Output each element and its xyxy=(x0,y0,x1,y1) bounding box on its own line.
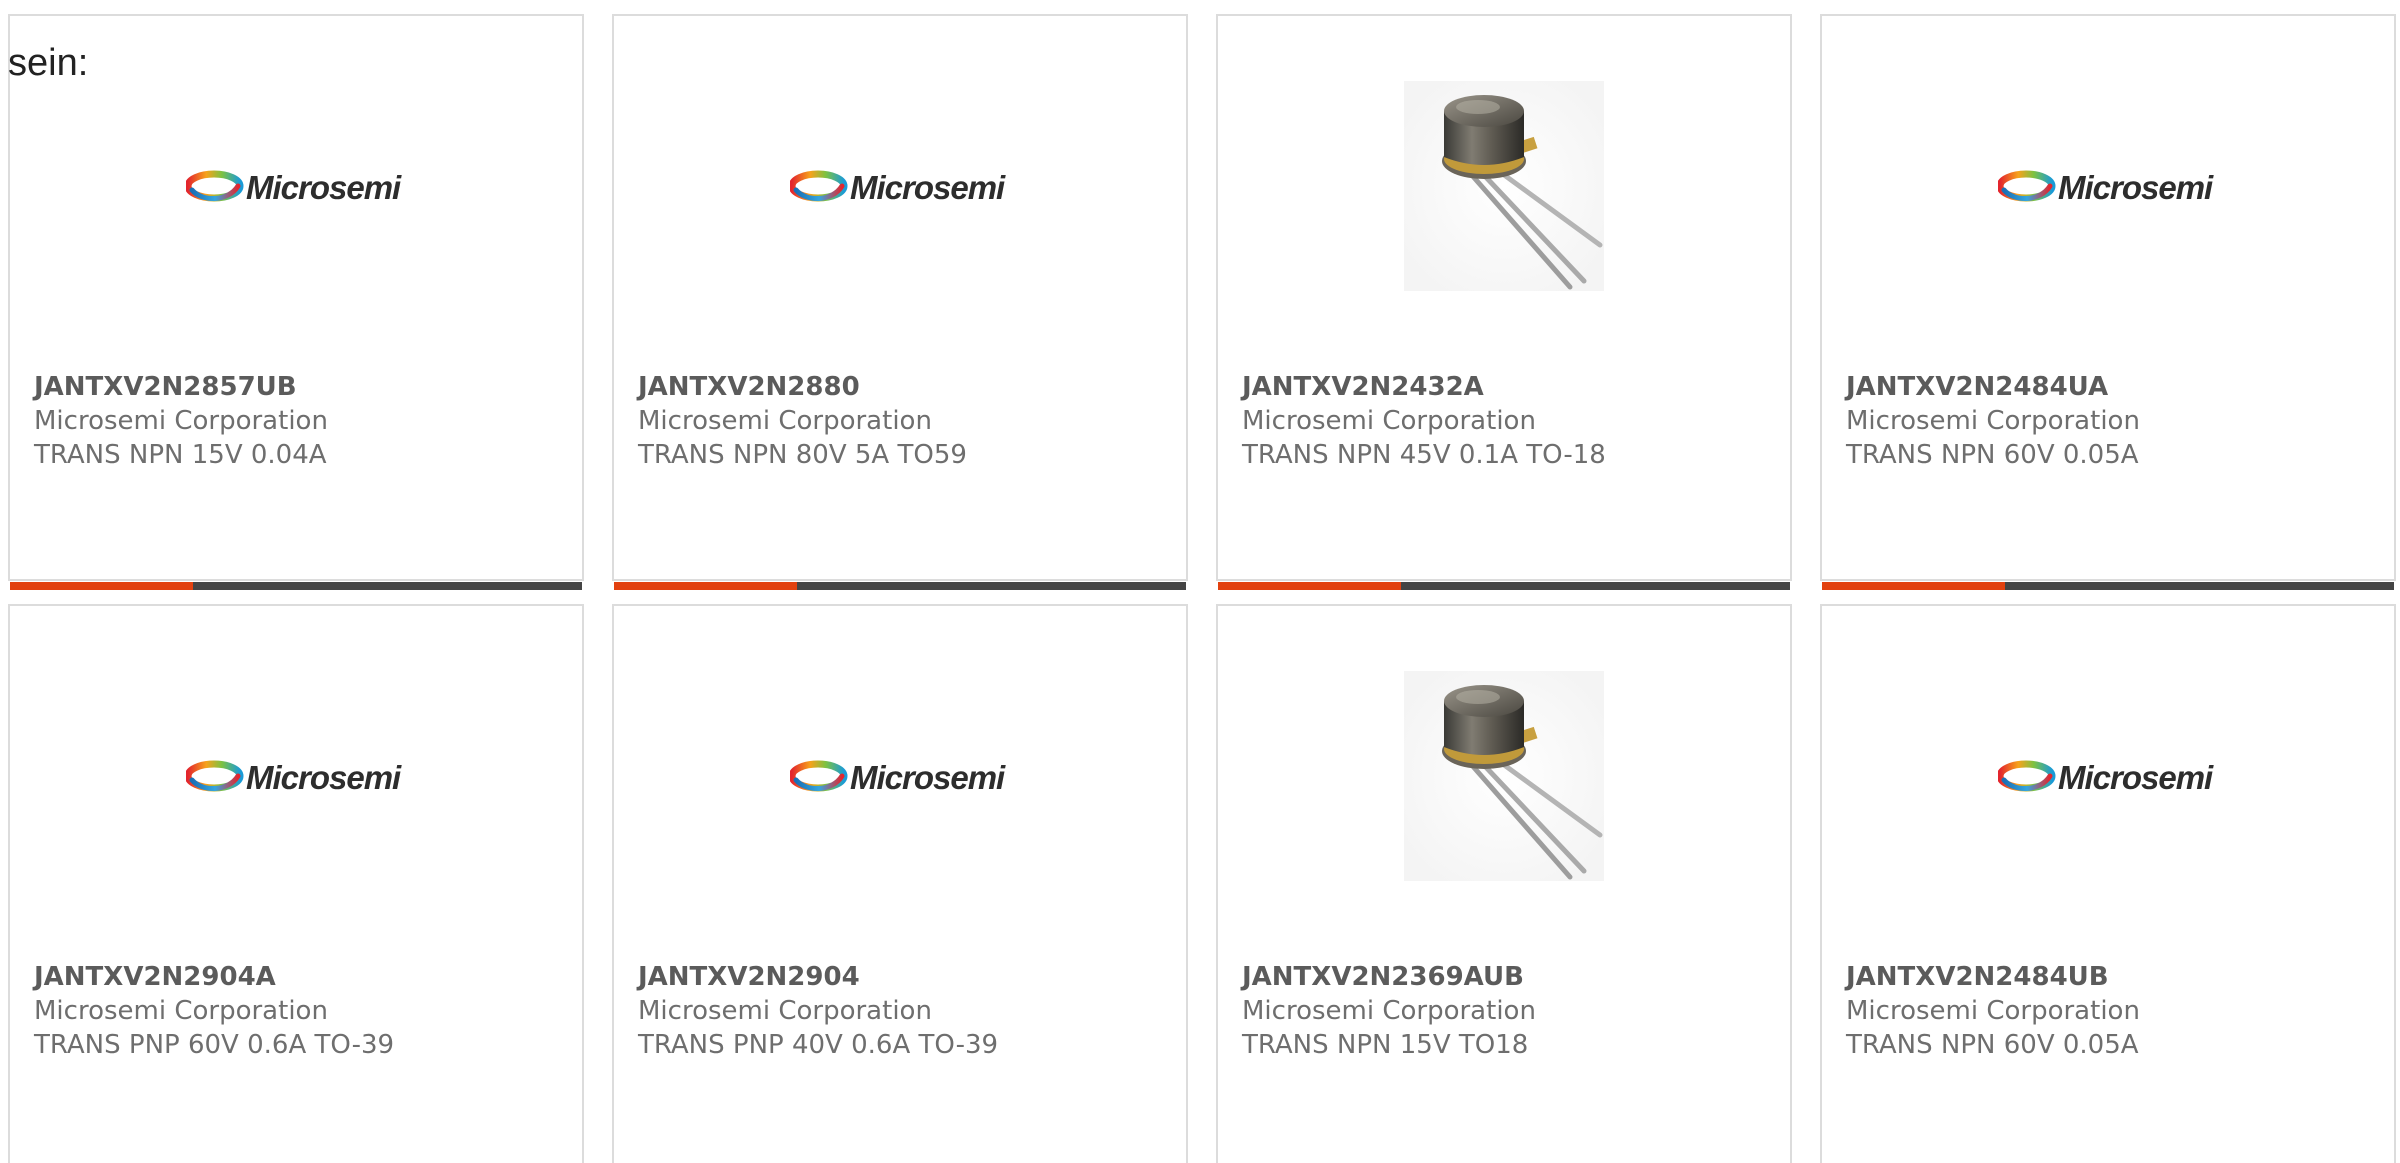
product-info: JANTXV2N2369AUB Microsemi Corporation TRAN… xyxy=(1242,960,1770,1062)
product-image[interactable]: Microsemi xyxy=(1822,656,2394,896)
microsemi-logo: Microsemi xyxy=(790,169,1007,206)
progress-track xyxy=(193,582,582,590)
product-image[interactable]: Microsemi xyxy=(10,656,582,896)
microsemi-logo: Microsemi xyxy=(790,759,1007,796)
microsemi-swirl-icon xyxy=(790,170,848,202)
product-image[interactable]: Microsemi xyxy=(614,656,1186,896)
product-manufacturer: Microsemi Corporation xyxy=(1846,996,2140,1026)
product-grid: sein: Microsemi JANTXV2N2857UB Microsemi C… xyxy=(0,0,2400,1163)
product-part-number[interactable]: JANTXV2N2857UB xyxy=(34,370,562,404)
product-description: TRANS PNP 60V 0.6A TO-39 xyxy=(34,1030,395,1060)
microsemi-swirl-icon xyxy=(186,760,244,792)
logo-wordmark: Microsemi xyxy=(850,169,1006,206)
product-description: TRANS NPN 60V 0.05A xyxy=(1846,440,2139,470)
product-card[interactable]: Microsemi JANTXV2N2484UB Microsemi Corpora… xyxy=(1820,604,2396,1163)
product-image[interactable]: Microsemi xyxy=(10,66,582,306)
progress-track xyxy=(2005,582,2394,590)
microsemi-logo: Microsemi xyxy=(1998,169,2215,206)
card-progress-bar xyxy=(1822,582,2394,590)
microsemi-swirl-icon xyxy=(790,760,848,792)
product-part-number[interactable]: JANTXV2N2484UA xyxy=(1846,370,2374,404)
progress-fill xyxy=(1218,582,1402,590)
product-description: TRANS NPN 15V TO18 xyxy=(1242,1030,1529,1060)
product-card[interactable]: Microsemi JANTXV2N2904 Microsemi Corporati… xyxy=(612,604,1188,1163)
logo-wordmark: Microsemi xyxy=(246,759,402,796)
card-progress-bar xyxy=(614,582,1186,590)
product-image[interactable]: Microsemi xyxy=(1822,66,2394,306)
product-part-number[interactable]: JANTXV2N2904A xyxy=(34,960,562,994)
progress-track xyxy=(1401,582,1790,590)
microsemi-swirl-icon xyxy=(1998,760,2056,792)
product-description: TRANS NPN 80V 5A TO59 xyxy=(638,440,967,470)
product-card[interactable]: Microsemi JANTXV2N2857UB Microsemi Corpora… xyxy=(8,14,584,590)
product-card[interactable]: JANTXV2N2432A Microsemi Corporation TRANS … xyxy=(1216,14,1792,590)
card-progress-bar xyxy=(1218,582,1790,590)
transistor-photo xyxy=(1404,671,1604,881)
product-description: TRANS NPN 45V 0.1A TO-18 xyxy=(1242,440,1606,470)
product-image[interactable]: Microsemi xyxy=(614,66,1186,306)
product-info: JANTXV2N2904 Microsemi Corporation TRANS P… xyxy=(638,960,1166,1062)
product-part-number[interactable]: JANTXV2N2484UB xyxy=(1846,960,2374,994)
product-card[interactable]: Microsemi JANTXV2N2484UA Microsemi Corpora… xyxy=(1820,14,2396,590)
product-image[interactable] xyxy=(1218,66,1790,306)
product-info: JANTXV2N2857UB Microsemi Corporation TRANS… xyxy=(34,370,562,472)
transistor-photo xyxy=(1404,81,1604,291)
microsemi-logo: Microsemi xyxy=(1998,759,2215,796)
product-card[interactable]: JANTXV2N2369AUB Microsemi Corporation TRAN… xyxy=(1216,604,1792,1163)
microsemi-swirl-icon xyxy=(1998,170,2056,202)
progress-track xyxy=(797,582,1186,590)
product-manufacturer: Microsemi Corporation xyxy=(1242,406,1536,436)
product-part-number[interactable]: JANTXV2N2880 xyxy=(638,370,1166,404)
logo-wordmark: Microsemi xyxy=(2058,759,2214,796)
logo-wordmark: Microsemi xyxy=(2058,169,2214,206)
product-part-number[interactable]: JANTXV2N2369AUB xyxy=(1242,960,1770,994)
microsemi-logo: Microsemi xyxy=(186,759,403,796)
product-card[interactable]: Microsemi JANTXV2N2880 Microsemi Corporati… xyxy=(612,14,1188,590)
product-part-number[interactable]: JANTXV2N2904 xyxy=(638,960,1166,994)
product-description: TRANS NPN 60V 0.05A xyxy=(1846,1030,2139,1060)
product-info: JANTXV2N2484UB Microsemi Corporation TRANS… xyxy=(1846,960,2374,1062)
product-manufacturer: Microsemi Corporation xyxy=(1846,406,2140,436)
progress-fill xyxy=(10,582,194,590)
product-info: JANTXV2N2880 Microsemi Corporation TRANS N… xyxy=(638,370,1166,472)
product-description: TRANS PNP 40V 0.6A TO-39 xyxy=(638,1030,999,1060)
product-info: JANTXV2N2432A Microsemi Corporation TRANS … xyxy=(1242,370,1770,472)
microsemi-swirl-icon xyxy=(186,170,244,202)
product-info: JANTXV2N2484UA Microsemi Corporation TRANS… xyxy=(1846,370,2374,472)
progress-fill xyxy=(1822,582,2006,590)
logo-wordmark: Microsemi xyxy=(850,759,1006,796)
card-progress-bar xyxy=(10,582,582,590)
microsemi-logo: Microsemi xyxy=(186,169,403,206)
product-description: TRANS NPN 15V 0.04A xyxy=(34,440,327,470)
product-card[interactable]: Microsemi JANTXV2N2904A Microsemi Corporat… xyxy=(8,604,584,1163)
product-part-number[interactable]: JANTXV2N2432A xyxy=(1242,370,1770,404)
logo-wordmark: Microsemi xyxy=(246,169,402,206)
product-info: JANTXV2N2904A Microsemi Corporation TRANS … xyxy=(34,960,562,1062)
product-image[interactable] xyxy=(1218,656,1790,896)
progress-fill xyxy=(614,582,798,590)
product-manufacturer: Microsemi Corporation xyxy=(638,406,932,436)
product-manufacturer: Microsemi Corporation xyxy=(34,406,328,436)
product-manufacturer: Microsemi Corporation xyxy=(34,996,328,1026)
product-manufacturer: Microsemi Corporation xyxy=(638,996,932,1026)
product-manufacturer: Microsemi Corporation xyxy=(1242,996,1536,1026)
intro-text: sein: xyxy=(8,42,89,84)
